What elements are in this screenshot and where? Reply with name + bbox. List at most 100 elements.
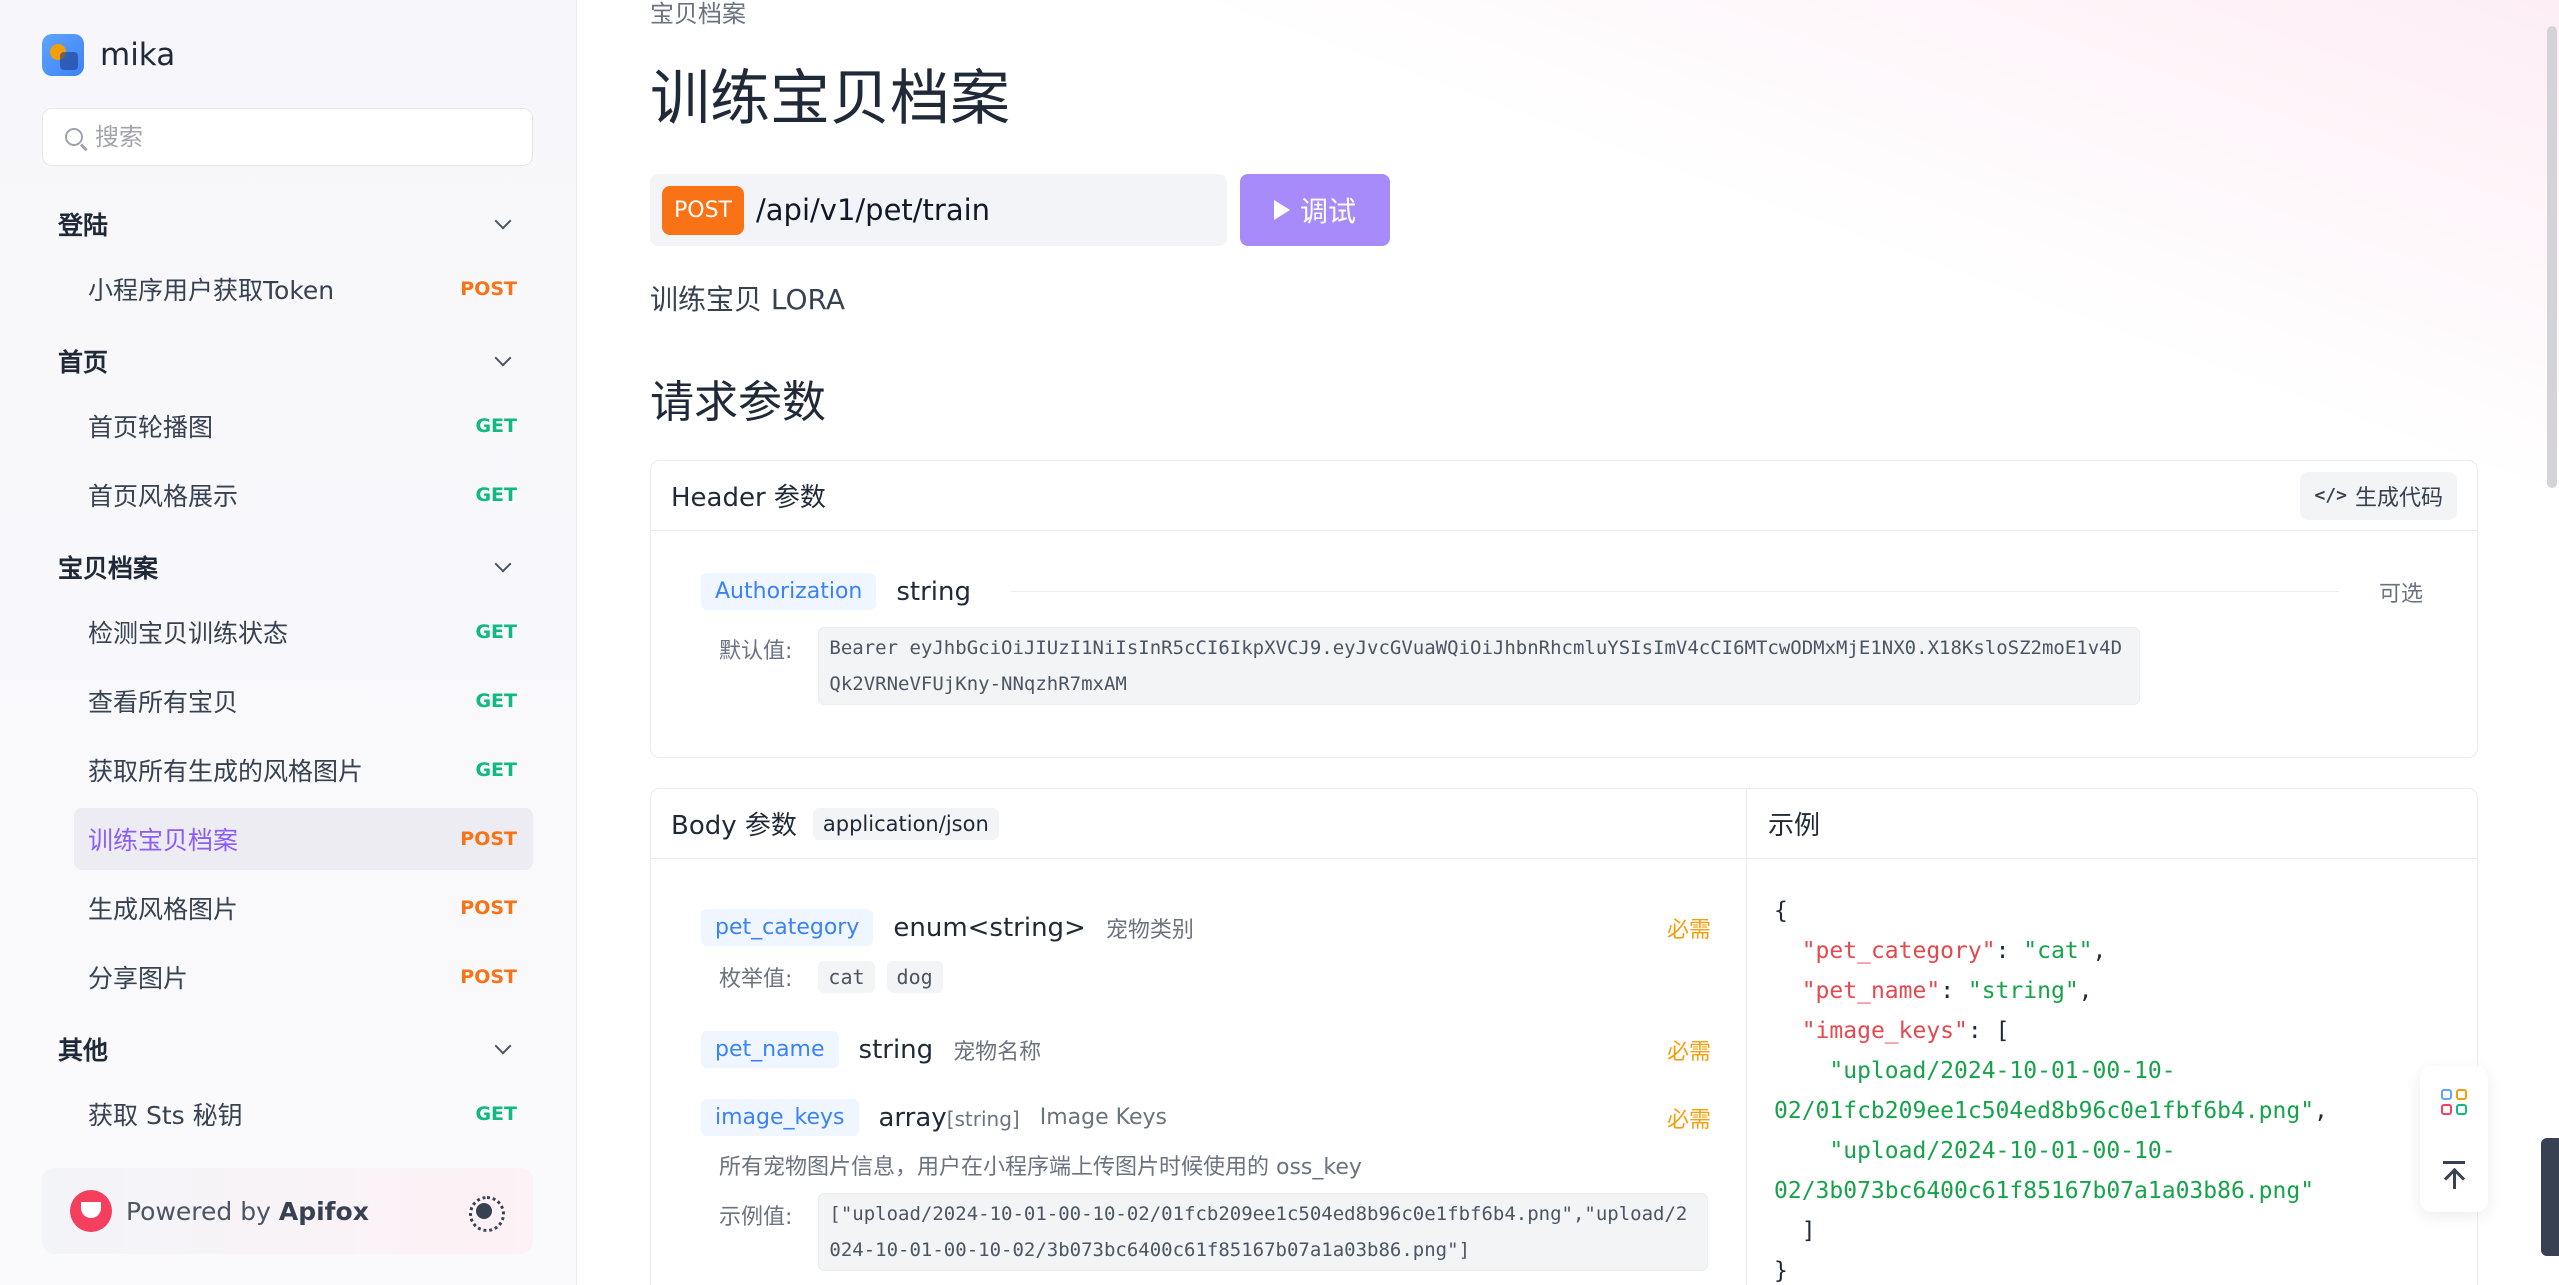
generate-code-button[interactable]: </> 生成代码 xyxy=(2300,471,2457,520)
param-subtype: [string] xyxy=(946,1106,1020,1131)
example-value[interactable]: ["upload/2024-10-01-00-10-02/01fcb209ee1… xyxy=(818,1193,1709,1271)
nav-item-label: 生成风格图片 xyxy=(88,895,239,924)
nav-item-method: POST xyxy=(460,966,517,988)
header-params-card: Header 参数 </> 生成代码 Authorization string … xyxy=(650,460,2478,758)
json-line: "pet_category": "cat", xyxy=(1801,938,2107,964)
json-line: "image_keys": [ xyxy=(1774,1011,2328,1051)
json-string: "upload/2024-10-01-00-10- xyxy=(1829,1138,2176,1164)
nav-item-method: GET xyxy=(475,484,517,506)
param-type: array xyxy=(878,1102,947,1133)
nav-item-label: 查看所有宝贝 xyxy=(88,688,239,717)
param-type: enum<string> xyxy=(893,912,1086,943)
param-example-row: 示例值: ["upload/2024-10-01-00-10-02/01fcb2… xyxy=(719,1193,1709,1271)
json-punct: , xyxy=(2092,938,2107,964)
param-required-flag: 必需 xyxy=(1666,917,1711,943)
default-value-label: 默认值: xyxy=(719,639,793,664)
nav-item-method: GET xyxy=(475,690,517,712)
enum-label: 枚举值: xyxy=(719,967,793,992)
json-value: "string" xyxy=(1967,978,2079,1004)
play-icon xyxy=(1273,200,1290,220)
example-title: 示例 xyxy=(1768,811,1821,841)
scrollbar[interactable] xyxy=(2547,26,2557,488)
default-value[interactable]: Bearer eyJhbGciOiJIUzI1NiIsInR5cCI6IkpXV… xyxy=(818,627,2141,705)
json-string: 02/3b073bc6400c61f85167b07a1a03b86.png" xyxy=(1774,1178,2315,1204)
nav-item-label: 训练宝贝档案 xyxy=(88,826,239,855)
endpoint-path: /api/v1/pet/train xyxy=(756,193,991,227)
nav-item[interactable]: 检测宝贝训练状态 GET xyxy=(74,601,533,663)
breadcrumb[interactable]: 宝贝档案 xyxy=(650,0,746,29)
param-default-row: 默认值: Bearer eyJhbGciOiJIUzI1NiIsInR5cCI6… xyxy=(719,627,2141,705)
nav-item-label: 首页轮播图 xyxy=(88,413,214,442)
enum-chip-dog: dog xyxy=(886,961,943,993)
back-to-top-icon[interactable] xyxy=(2441,1161,2467,1189)
nav-item[interactable]: 生成风格图片 POST xyxy=(74,877,533,939)
param-name: pet_name xyxy=(701,1031,839,1068)
nav-item[interactable]: 分享图片 POST xyxy=(74,946,533,1008)
param-desc: 宠物名称 xyxy=(953,1039,1042,1065)
body-params-title: Body 参数 xyxy=(671,811,797,841)
brand[interactable]: mika xyxy=(42,34,175,76)
json-line: ] xyxy=(1774,1218,1816,1244)
endpoint-description: 训练宝贝 LORA xyxy=(650,283,846,316)
side-widget[interactable] xyxy=(2541,1138,2559,1256)
param-note: 所有宠物图片信息，用户在小程序端上传图片时候使用的 oss_key xyxy=(719,1155,1362,1180)
nav-item[interactable]: 查看所有宝贝 GET xyxy=(74,670,533,732)
endpoint-bar[interactable]: POST /api/v1/pet/train xyxy=(650,174,1227,246)
method-badge: POST xyxy=(662,185,744,235)
param-name: pet_category xyxy=(701,909,874,946)
json-line: } xyxy=(1774,1258,1788,1284)
nav-item-label: 获取 Sts 秘钥 xyxy=(88,1101,243,1130)
nav-group-header[interactable]: 宝贝档案 xyxy=(42,533,533,601)
nav-item-label: 首页风格展示 xyxy=(88,482,239,511)
search-icon xyxy=(65,128,83,146)
section-title-request-params: 请求参数 xyxy=(650,377,826,428)
nav-item-method: POST xyxy=(460,897,517,919)
nav-item[interactable]: 首页轮播图 GET xyxy=(74,395,533,457)
example-json[interactable]: { "pet_category": "cat", "pet_name": "st… xyxy=(1774,891,2328,1285)
header-params-title: Header 参数 xyxy=(671,483,826,513)
nav-item-method: GET xyxy=(475,1103,517,1125)
param-row-pet-name: pet_name string 宠物名称 必需 xyxy=(701,1031,1711,1068)
nav-group-header[interactable]: 登陆 xyxy=(42,190,533,258)
nav-group-header[interactable]: 首页 xyxy=(42,327,533,395)
nav-group-label: 宝贝档案 xyxy=(58,554,159,583)
nav-item[interactable]: 首页风格展示 GET xyxy=(74,464,533,526)
nav-item-method: GET xyxy=(475,621,517,643)
param-type: string xyxy=(858,1034,934,1065)
nav-item[interactable]: 小程序用户获取Token POST xyxy=(74,258,533,320)
theme-toggle-sun-icon[interactable] xyxy=(467,1194,505,1232)
json-punct: : [ xyxy=(1967,1018,2010,1044)
apps-icon[interactable] xyxy=(2441,1089,2467,1115)
api-nav: 登陆 小程序用户获取Token POST 首页 首页轮播图 GET 首页风格展示 GET 宝贝档… xyxy=(42,190,533,1152)
param-name: image_keys xyxy=(701,1099,859,1136)
powered-by-apifox[interactable]: Powered by Apifox xyxy=(42,1168,533,1254)
param-optional-flag: 可选 xyxy=(2378,581,2423,607)
param-desc: 宠物类别 xyxy=(1105,917,1194,943)
nav-group-header[interactable]: 其他 xyxy=(42,1015,533,1083)
nav-item-method: POST xyxy=(460,828,517,850)
json-punct: , xyxy=(2078,978,2093,1004)
search-input[interactable] xyxy=(95,123,495,151)
brand-logo-icon xyxy=(42,34,84,76)
nav-group-label: 首页 xyxy=(58,348,109,377)
nav-item[interactable]: 获取所有生成的风格图片 GET xyxy=(74,739,533,801)
enum-chip-cat: cat xyxy=(818,961,875,993)
json-line: "upload/2024-10-01-00-10- xyxy=(1774,1051,2328,1091)
debug-button[interactable]: 调试 xyxy=(1240,174,1390,246)
nav-item[interactable]: 训练宝贝档案 POST xyxy=(74,808,533,870)
example-value-label: 示例值: xyxy=(719,1205,793,1230)
param-required-flag: 必需 xyxy=(1666,1107,1711,1133)
chevron-down-icon xyxy=(494,349,512,367)
json-line: 02/01fcb209ee1c504ed8b96c0e1fbf6b4.png", xyxy=(1774,1091,2328,1131)
body-params-head: Body 参数 application/json xyxy=(651,789,1746,859)
brand-name: mika xyxy=(100,37,176,73)
nav-item-label: 小程序用户获取Token xyxy=(88,276,335,305)
search-box[interactable] xyxy=(42,108,533,166)
generate-code-label: 生成代码 xyxy=(2354,485,2443,511)
json-punct: , xyxy=(2314,1098,2328,1124)
page-title: 训练宝贝档案 xyxy=(650,64,1010,134)
json-line: "upload/2024-10-01-00-10- xyxy=(1774,1131,2328,1171)
json-key: "pet_category" xyxy=(1801,938,1996,964)
nav-item[interactable]: 获取 Sts 秘钥 GET xyxy=(74,1083,533,1145)
example-head: 示例 xyxy=(1748,789,2478,859)
